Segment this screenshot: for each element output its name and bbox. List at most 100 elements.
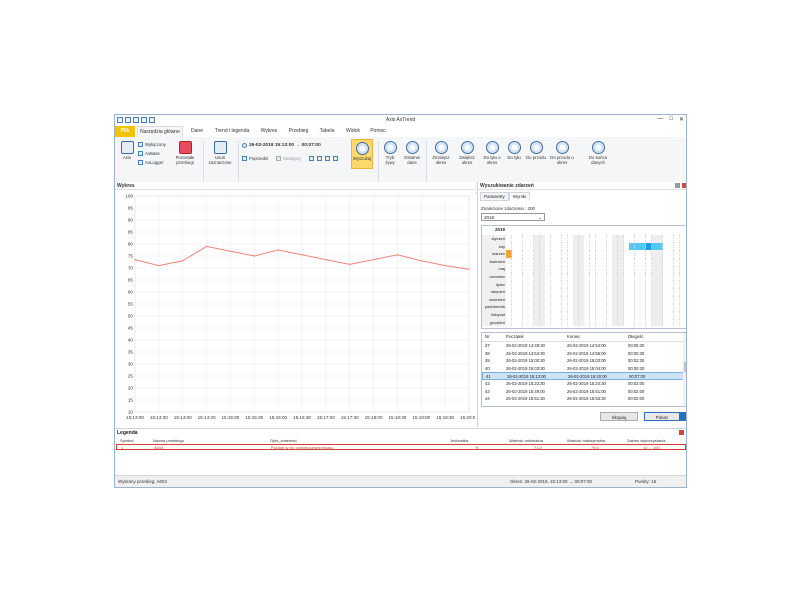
result-cell-len: 00:00:30 bbox=[628, 365, 645, 371]
zmniejsz-label: Zmniejsz okres bbox=[432, 155, 450, 165]
pozostale-label: Pozostałe przebiegi bbox=[175, 155, 195, 165]
result-cell-nr: 37 bbox=[485, 343, 490, 348]
result-row[interactable]: 43 26-02-2019 15:49:00 26-02-2019 15:51:00… bbox=[482, 388, 686, 395]
pokaz-dropdown-button[interactable] bbox=[680, 412, 686, 421]
title-bar: Axis AxTrend — □ ✕ bbox=[115, 115, 686, 126]
calendar-month-label: grudzień bbox=[482, 318, 506, 327]
do-tylu-o-okres-button[interactable]: Do tyłu o okres bbox=[481, 141, 503, 165]
zwieksz-label: Zwiększ okres bbox=[459, 155, 475, 165]
ostatnie-dane-button[interactable]: Ostatnie dane bbox=[401, 141, 423, 165]
year-select[interactable]: 2018 ⌄ bbox=[481, 213, 545, 221]
refresh-icon[interactable] bbox=[333, 156, 338, 161]
axis-button[interactable]: Axis bbox=[118, 141, 136, 160]
results-scrollbar[interactable] bbox=[683, 333, 686, 406]
line-chart[interactable]: 10 15 20 25 30 35 40 45 50 55 60 65 70 75 80 85 90 95 100 1… bbox=[115, 190, 475, 427]
maximize-button[interactable]: □ bbox=[669, 116, 673, 123]
y-tick-label: 45 bbox=[128, 326, 134, 331]
result-cell-nr: 42 bbox=[485, 381, 490, 386]
result-row[interactable]: 42 26-02-2019 15:22:30 26-02-2019 15:24:30… bbox=[482, 380, 686, 387]
result-row[interactable]: 37 26-02-2019 14:48:30 26-02-2019 14:54:00… bbox=[482, 342, 686, 349]
data-point bbox=[182, 260, 184, 262]
window-controls: — □ ✕ bbox=[657, 116, 684, 123]
zmniejsz-okres-button[interactable]: Zmniejsz okres bbox=[429, 141, 453, 165]
tab-parametry[interactable]: Parametry bbox=[480, 192, 509, 201]
calendar-day-cell[interactable] bbox=[674, 318, 680, 327]
axis-icon bbox=[120, 141, 134, 154]
tab-narzedzia-glowne[interactable]: Narzędzia główne bbox=[137, 126, 183, 137]
do-przodu-o-okres-button[interactable]: Do przodu o okres bbox=[549, 141, 575, 165]
search-tabs: Parametry Wyniki bbox=[480, 192, 530, 201]
result-row[interactable]: 44 26-02-2019 15:51:30 26-02-2019 15:53:30… bbox=[482, 395, 686, 402]
close-panel-icon[interactable] bbox=[682, 183, 686, 188]
col-koniec: Koniec bbox=[567, 334, 581, 339]
legend-max: 79,0 bbox=[591, 445, 599, 450]
y-tick-label: 90 bbox=[128, 218, 134, 223]
result-row[interactable]: 38 26-02-2019 14:54:30 26-02-2019 14:55:00… bbox=[482, 350, 686, 357]
y-tick-label: 70 bbox=[128, 266, 134, 271]
do-konca-danych-button[interactable]: Do końca danych bbox=[585, 141, 611, 165]
wylaczony-button[interactable]: Wyłączony bbox=[138, 142, 166, 147]
x-tick-label: 15:17:30 bbox=[341, 415, 359, 420]
tab-przebieg[interactable]: Przebieg bbox=[285, 126, 312, 137]
legend-desc: Poziom w zb. cylindrycznym kwasu bbox=[271, 445, 334, 450]
data-point bbox=[349, 263, 351, 266]
tab-dane[interactable]: Dane bbox=[187, 126, 207, 137]
result-row[interactable]: 40 26-02-2019 15:03:30 26-02-2019 15:04:00… bbox=[482, 365, 686, 372]
tab-tabela[interactable]: Tabela bbox=[315, 126, 339, 137]
result-cell-nr: 44 bbox=[485, 396, 490, 402]
tab-wykres[interactable]: Wykres bbox=[257, 126, 281, 137]
x-tick-label: 15:14:00 bbox=[174, 415, 192, 420]
x-tick-label: 15:18:00 bbox=[365, 415, 383, 420]
legend-close-icon[interactable] bbox=[679, 430, 684, 435]
period-display[interactable]: 26-02-2019 15:13:00 → 00:07:00 bbox=[242, 143, 321, 148]
result-cell-len: 00:02:00 bbox=[628, 388, 645, 394]
legend-name: A004 bbox=[154, 445, 164, 450]
y-tick-label: 25 bbox=[128, 374, 134, 379]
result-row[interactable]: 39 26-02-2019 15:00:30 26-02-2019 15:03:00… bbox=[482, 357, 686, 364]
event-calendar[interactable]: 2019 styczeń luty marzec kwiecień maj czerwie… bbox=[481, 225, 686, 329]
col-opis: Opis_zmiennej bbox=[270, 438, 297, 443]
zoom-out-icon bbox=[434, 141, 448, 154]
minimize-button[interactable]: — bbox=[657, 116, 663, 123]
tab-pomoc[interactable]: Pomoc bbox=[367, 126, 389, 137]
tryb-zywy-button[interactable]: Tryb żywy bbox=[381, 141, 399, 165]
tab-wyniki[interactable]: Wyniki bbox=[508, 192, 530, 201]
do-przodu-label: Do przodu bbox=[526, 155, 546, 160]
calendar-range-icon[interactable] bbox=[317, 156, 322, 161]
tab-trend-i-legenda[interactable]: Trend i legenda bbox=[210, 126, 254, 137]
nastepny-button[interactable]: Następny bbox=[276, 156, 301, 161]
usun-zaznaczone-button[interactable]: Usuń zaznaczone bbox=[206, 141, 234, 165]
result-row[interactable]: 41 26-02-2019 15:13:00 26-02-2019 15:20:00… bbox=[482, 372, 686, 380]
calendar-icon[interactable] bbox=[309, 156, 314, 161]
legend-row[interactable]: 1 A004 Poziom w zb. cylindrycznym kwasu … bbox=[116, 444, 686, 450]
status-bar: Wybrany przebieg: A004 Okres: 26-02-2019… bbox=[115, 475, 686, 487]
tab-plik[interactable]: Plik bbox=[115, 126, 135, 137]
col-symbol: Symbol bbox=[120, 438, 134, 443]
status-selected: Wybrany przebieg: A004 bbox=[118, 479, 167, 484]
y-tick-label: 80 bbox=[128, 242, 134, 247]
close-button[interactable]: ✕ bbox=[679, 116, 684, 123]
zwieksz-okres-button[interactable]: Zwiększ okres bbox=[455, 141, 479, 165]
calendar-edit-icon[interactable] bbox=[325, 156, 330, 161]
axlogger-label: AxLogger bbox=[145, 160, 164, 165]
tab-widok[interactable]: Widok bbox=[342, 126, 364, 137]
data-point bbox=[468, 268, 470, 270]
skopiuj-button[interactable]: Skopiuj bbox=[600, 412, 638, 421]
scroll-thumb[interactable] bbox=[684, 362, 686, 373]
pin-icon[interactable] bbox=[675, 183, 680, 188]
result-cell-len: 00:02:00 bbox=[628, 381, 645, 386]
axlogger-button[interactable]: AxLogger bbox=[138, 160, 163, 165]
axbase-button[interactable]: AxBase bbox=[138, 151, 160, 156]
pokaz-button[interactable]: Pokaż bbox=[644, 412, 680, 421]
wyszukaj-button[interactable]: Wyszukaj bbox=[351, 139, 373, 169]
do-tylu-button[interactable]: Do tyłu bbox=[505, 141, 523, 160]
do-przodu-button[interactable]: Do przodu bbox=[525, 141, 547, 160]
result-cell-len: 00:05:30 bbox=[628, 343, 645, 348]
pozostale-przebiegi-button[interactable]: Pozostałe przebiegi bbox=[172, 141, 198, 165]
result-cell-end: 26-02-2019 15:04:00 bbox=[567, 365, 606, 371]
database-icon bbox=[138, 151, 143, 156]
x-tick-label: 15:14:30 bbox=[198, 415, 216, 420]
logger-icon bbox=[138, 160, 143, 165]
data-point bbox=[158, 264, 160, 267]
poprzedni-button[interactable]: Poprzedni bbox=[242, 156, 268, 161]
